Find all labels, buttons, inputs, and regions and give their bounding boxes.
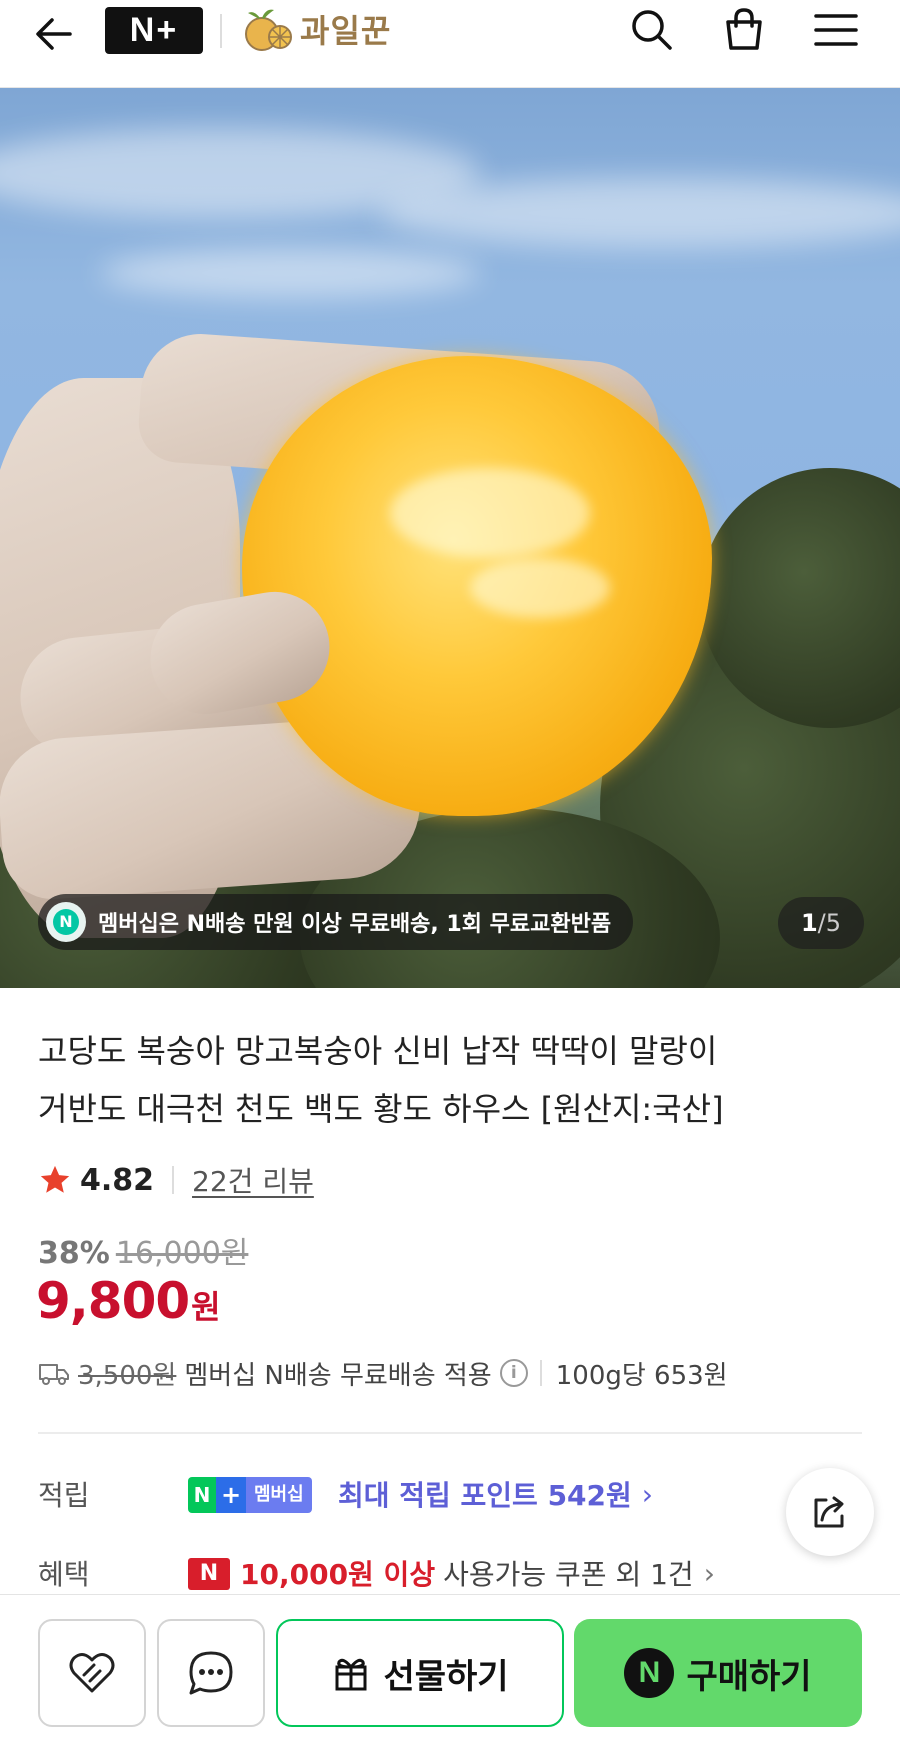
- image-pager: 1 /5: [778, 897, 864, 949]
- product-title: 고당도 복숭아 망고복숭아 신비 납작 딱딱이 말랑이 거반도 대극천 천도 백…: [38, 1022, 858, 1138]
- gift-button-label: 선물하기: [383, 1656, 509, 1697]
- badge-n: N: [188, 1477, 216, 1513]
- discount-row: 38% 16,000원: [38, 1228, 248, 1271]
- max-points-link[interactable]: 최대 적립 포인트 542원 ›: [338, 1474, 653, 1514]
- nplus-logo-text: N+: [129, 11, 179, 49]
- benefit-label: 혜택: [38, 1558, 90, 1591]
- gift-button[interactable]: 선물하기: [276, 1619, 564, 1727]
- gift-icon: [335, 1658, 367, 1691]
- chevron-right-icon: ›: [641, 1477, 653, 1511]
- menu-icon: [814, 14, 858, 46]
- star-icon: [40, 1165, 70, 1193]
- product-image-carousel[interactable]: N 멤버십은 N배송 만원 이상 무료배송, 1회 무료교환반품: [0, 88, 900, 988]
- chat-bubble-icon: [189, 1651, 233, 1695]
- section-divider: [38, 1432, 862, 1434]
- share-button[interactable]: [786, 1468, 874, 1556]
- badge-membership: 멤버십: [246, 1477, 312, 1513]
- original-price: 16,000원: [115, 1236, 249, 1271]
- rating-row: 4.82 22건 리뷰: [38, 1157, 314, 1203]
- pager-total: /5: [817, 909, 842, 937]
- store-logo[interactable]: 과일꾼: [238, 4, 391, 54]
- heart-icon: [69, 1653, 115, 1693]
- cart-button[interactable]: [716, 2, 772, 58]
- menu-button[interactable]: [808, 2, 864, 58]
- product-title-line: 거반도 대극천 천도 백도 황도 하우스 [원산지:국산]: [38, 1090, 724, 1128]
- search-button[interactable]: [624, 2, 680, 58]
- buy-button-label: 구매하기: [686, 1656, 812, 1697]
- naver-pay-n-icon: N: [624, 1648, 675, 1698]
- membership-banner[interactable]: N 멤버십은 N배송 만원 이상 무료배송, 1회 무료교환반품: [38, 894, 634, 950]
- info-icon[interactable]: i: [499, 1359, 528, 1387]
- nplus-membership-badge: N + 멤버십: [188, 1477, 312, 1513]
- wishlist-button[interactable]: [38, 1619, 146, 1727]
- store-name: 과일꾼: [300, 12, 392, 50]
- pager-current: 1: [800, 909, 818, 937]
- bottom-action-bar: 선물하기 N 구매하기: [0, 1594, 900, 1750]
- top-header: N+ 과일꾼: [0, 0, 900, 88]
- shipping-row: 3,500원 멤버십 N배송 무료배송 적용 i 100g당 653원: [38, 1353, 728, 1393]
- chat-button[interactable]: [157, 1619, 265, 1727]
- sale-price: 9,800 원: [36, 1272, 221, 1338]
- shipping-divider: [539, 1360, 542, 1386]
- coupon-link[interactable]: 10,000원 이상 사용가능 쿠폰 외 1건 ›: [240, 1553, 715, 1593]
- share-icon: [814, 1496, 844, 1528]
- buy-button[interactable]: N 구매하기: [574, 1619, 862, 1727]
- unit-price: 100g당 653원: [555, 1360, 728, 1391]
- chevron-right-icon: ›: [703, 1556, 715, 1590]
- review-count-link[interactable]: 22건 리뷰: [192, 1160, 314, 1200]
- sale-price-unit: 원: [191, 1288, 221, 1326]
- shipping-fee: 3,500원: [78, 1360, 177, 1391]
- product-title-line: 고당도 복숭아 망고복숭아 신비 납작 딱딱이 말랑이: [38, 1032, 718, 1070]
- citrus-logo-icon: [245, 9, 292, 51]
- max-points-text: 최대 적립 포인트 542원: [338, 1479, 632, 1512]
- nplus-store-logo[interactable]: N+: [105, 7, 203, 54]
- back-button[interactable]: [28, 8, 80, 60]
- discount-percent: 38%: [38, 1236, 110, 1271]
- search-icon: [632, 10, 672, 50]
- coupon-rest: 사용가능 쿠폰 외 1건: [443, 1558, 694, 1591]
- header-divider: [220, 14, 222, 48]
- rating-score: 4.82: [80, 1162, 155, 1198]
- shipping-note: 멤버십 N배송 무료배송 적용: [184, 1360, 492, 1391]
- sale-price-value: 9,800: [36, 1272, 190, 1330]
- rating-divider: [172, 1166, 175, 1194]
- membership-banner-text: 멤버십은 N배송 만원 이상 무료배송, 1회 무료교환반품: [98, 912, 612, 937]
- badge-plus: +: [216, 1477, 246, 1513]
- coupon-highlight: 10,000원 이상: [240, 1558, 436, 1591]
- points-label: 적립: [38, 1479, 90, 1512]
- back-arrow-icon: [36, 18, 72, 50]
- coupon-n-icon: N: [188, 1558, 230, 1590]
- delivery-truck-icon: [39, 1364, 69, 1385]
- naver-n-badge-icon: N: [46, 902, 86, 942]
- shopping-bag-icon: [726, 8, 762, 50]
